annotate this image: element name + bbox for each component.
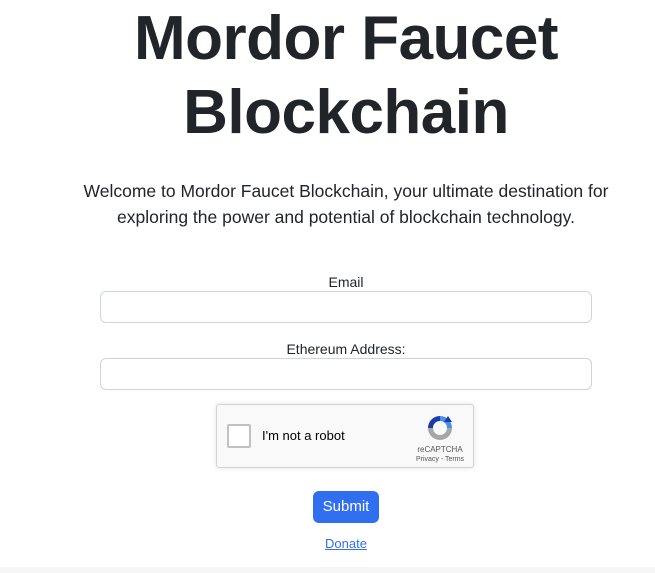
recaptcha-widget: I'm not a robot reCAPTCHA Privacy - Term… (216, 404, 474, 468)
recaptcha-logo-icon (428, 416, 452, 440)
intro-text: Welcome to Mordor Faucet Blockchain, you… (83, 181, 609, 227)
recaptcha-checkbox[interactable] (227, 424, 251, 448)
recaptcha-links: Privacy - Terms (407, 455, 473, 464)
ethereum-address-field[interactable] (100, 358, 592, 390)
faucet-page: Mordor Faucet Blockchain Welcome to Mord… (0, 0, 655, 573)
submit-button[interactable]: Submit (313, 491, 379, 523)
ethereum-address-label: Ethereum Address: (286, 341, 406, 357)
email-label: Email (328, 274, 364, 290)
recaptcha-terms-link[interactable]: Terms (445, 456, 464, 463)
recaptcha-checkbox-label: I'm not a robot (262, 428, 345, 443)
recaptcha-privacy-link[interactable]: Privacy (416, 456, 439, 463)
email-field[interactable] (100, 291, 592, 323)
recaptcha-brand: reCAPTCHA (417, 445, 463, 454)
page-title: Mordor Faucet Blockchain (133, 4, 559, 147)
bottom-divider (0, 567, 655, 573)
donate-link[interactable]: Donate (296, 536, 396, 552)
